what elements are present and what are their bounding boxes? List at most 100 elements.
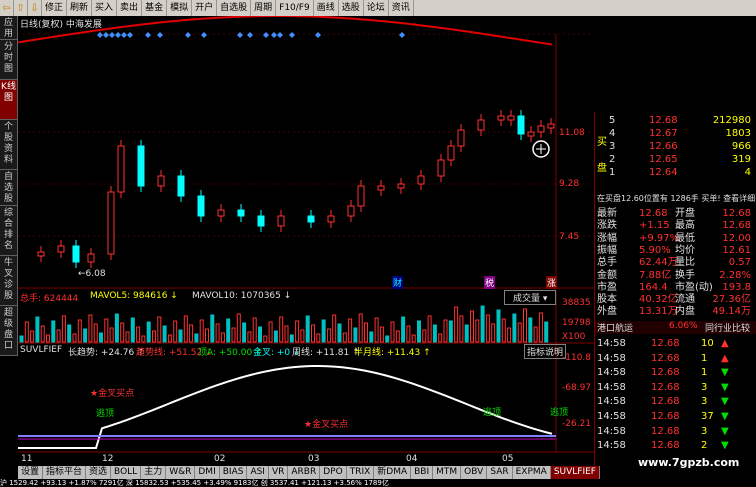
sidebar-tab-diagnosis[interactable]: 牛叉诊股 — [0, 256, 18, 306]
indicator-tab[interactable]: 新DMA — [374, 466, 412, 479]
indicator-help-button[interactable]: 指标说明 — [524, 344, 567, 359]
indicator-tab[interactable]: EXPMA — [513, 466, 551, 479]
indicator-tab[interactable]: ASI — [247, 466, 269, 479]
volume-bar — [19, 335, 24, 343]
toolbar-news[interactable]: 资讯 — [389, 0, 414, 16]
order-row[interactable]: 5 12.68 212980 — [595, 114, 756, 127]
vol-label-2: 19798 — [562, 318, 591, 328]
back-arrow-icon[interactable]: ⇦ — [0, 0, 14, 16]
watermark: www.7gpzb.com — [638, 456, 740, 469]
indicator-tab[interactable]: W&R — [166, 466, 196, 479]
toolbar-fund[interactable]: 基金 — [142, 0, 168, 16]
stat-key: 开盘 — [675, 208, 695, 219]
indicator-tab[interactable]: DMI — [195, 466, 220, 479]
indicator-tab[interactable]: 设置 — [18, 466, 44, 479]
chart-canvas[interactable] — [17, 15, 594, 470]
volume-bar — [284, 325, 289, 343]
order-book-notice[interactable]: 在买盘12.60位置有 1286手 买单! 查看详细 — [597, 193, 756, 204]
indicator-tab[interactable]: MTM — [433, 466, 462, 479]
signal-diamond-icon — [399, 32, 405, 38]
sector-name[interactable]: 港口航运 — [597, 321, 633, 334]
toolbar-sell[interactable]: 卖出 — [117, 0, 143, 16]
sidebar-tab-ranking[interactable]: 综合排名 — [0, 206, 18, 256]
volume-type-select[interactable]: 成交量 ▾ — [504, 290, 557, 305]
sidebar-tab-timeshare[interactable]: 分时图 — [0, 40, 18, 80]
candle-body — [447, 145, 455, 161]
toolbar-simulate[interactable]: 模拟 — [167, 0, 193, 16]
forward-arrow-icon[interactable]: ⇧ — [14, 0, 28, 16]
stat-row: 振幅 5.90% 均价 12.61 — [595, 244, 756, 257]
volume-bar — [199, 319, 204, 343]
signal-diamond-icon — [185, 32, 191, 38]
toolbar-f10[interactable]: F10/F9 — [276, 0, 314, 16]
volume-bar — [379, 326, 384, 343]
chart-area[interactable]: 日线(复权) 中海发展 11.08 9.28 7.45 ←6.08 财 税 涨 … — [17, 15, 594, 470]
order-row[interactable]: 4 12.67 1803 — [595, 127, 756, 140]
left-sidebar: 应用 分时图 K线图 个股资料 自选股 综合排名 牛叉诊股 超级盘口 — [0, 16, 18, 470]
sidebar-tab-kline[interactable]: K线图 — [0, 80, 18, 120]
volume-bar — [491, 323, 496, 343]
down-arrow-icon: ▼ — [721, 440, 729, 452]
volume-bar — [374, 317, 379, 343]
volume-ma5: MAVOL5: 984616 ↓ — [90, 291, 178, 301]
toolbar-period[interactable]: 周期 — [251, 0, 277, 16]
toolbar-refresh[interactable]: 刷新 — [67, 0, 93, 16]
indicator-tab[interactable]: BBI — [411, 466, 434, 479]
order-row[interactable]: 3 12.66 966 — [595, 140, 756, 153]
chart-title: 日线(复权) 中海发展 — [20, 20, 102, 30]
tick-volume: 1 — [701, 352, 708, 364]
volume-bar — [83, 328, 88, 343]
indicator-tab[interactable]: DPO — [320, 466, 347, 479]
stat-key: 换手 — [675, 269, 695, 281]
candle-body — [177, 175, 185, 197]
toolbar-watchlist[interactable]: 自选股 — [217, 0, 252, 16]
indicator-tab[interactable]: 主力 — [141, 466, 167, 479]
indicator-tab[interactable]: BIAS — [220, 466, 248, 479]
toolbar-screen[interactable]: 选股 — [339, 0, 364, 16]
order-row[interactable]: 2 12.65 319 — [595, 153, 756, 166]
stat-row: 市盈 164.4 市盈(动) 193.8 — [595, 281, 756, 294]
marker-tax[interactable]: 税 — [484, 276, 496, 289]
toolbar-open-account[interactable]: 开户 — [192, 0, 218, 16]
order-row[interactable]: 1 12.64 4 — [595, 166, 756, 179]
volume-bar — [99, 332, 103, 343]
marker-finance[interactable]: 财 — [392, 276, 404, 289]
sidebar-tab-watchlist[interactable]: 自选股 — [0, 170, 18, 206]
indicator-tab[interactable]: SUVLFIEF — [550, 466, 600, 479]
signal-diamond-icon — [103, 32, 109, 38]
indicator-tab[interactable]: ARBR — [288, 466, 321, 479]
stat-value: 164.4 — [639, 281, 668, 293]
tick-volume: 3 — [701, 425, 708, 437]
toolbar-buy[interactable]: 买入 — [92, 0, 118, 16]
indicator-tab[interactable]: VR — [269, 466, 289, 479]
volume-bar — [242, 322, 247, 343]
indicator-tab[interactable]: TRIX — [347, 466, 375, 479]
volume-bar — [173, 320, 178, 343]
volume-bar — [464, 324, 469, 343]
toolbar-draw[interactable]: 画线 — [314, 0, 339, 16]
indicator-tab[interactable]: SAR — [487, 466, 513, 479]
indicator-tab[interactable]: 指标平台 — [43, 466, 87, 479]
indicator-tab[interactable]: OBV — [461, 466, 488, 479]
price-label-2: 9.28 — [559, 179, 580, 189]
sidebar-tab-super-quote[interactable]: 超级盘口 — [0, 306, 18, 356]
sector-compare-link[interactable]: 同行业比较 — [705, 321, 750, 334]
quote-panel: 5 12.68 212980 4 12.67 1803 3 12.66 966 2 12.65 319… — [594, 112, 756, 470]
volume-bar — [485, 314, 490, 343]
toolbar-fix[interactable]: 修正 — [42, 0, 68, 16]
down-arrow-icon: ▼ — [721, 367, 729, 379]
candle-body — [357, 185, 365, 207]
signal-diamond-icon — [115, 32, 121, 38]
indicator-tab[interactable]: 资选 — [86, 466, 112, 479]
volume-bar — [390, 321, 395, 343]
volume-bar — [533, 326, 538, 343]
sidebar-tab-apps[interactable]: 应用 — [0, 16, 18, 40]
down-arrow-icon[interactable]: ⇩ — [28, 0, 42, 16]
sidebar-tab-profile[interactable]: 个股资料 — [0, 120, 18, 170]
toolbar-forum[interactable]: 论坛 — [364, 0, 389, 16]
candle-body — [377, 185, 385, 191]
stat-value: 12.68 — [639, 208, 668, 219]
tick-volume: 37 — [701, 411, 714, 422]
marker-rise[interactable]: 涨 — [546, 276, 558, 289]
indicator-tab[interactable]: BOLL — [111, 466, 142, 479]
